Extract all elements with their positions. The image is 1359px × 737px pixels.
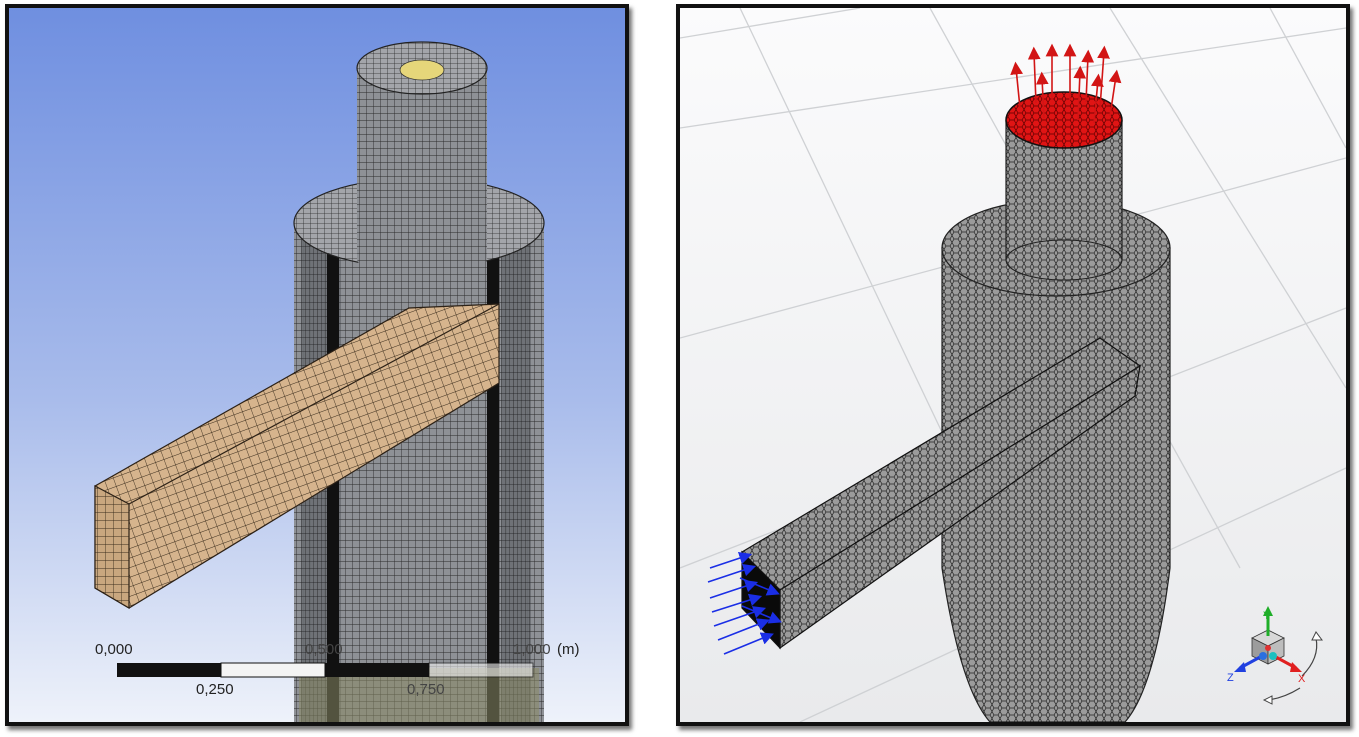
triad-z-label: Z xyxy=(1227,672,1234,684)
scale-bar xyxy=(117,662,534,678)
fluent-viewport[interactable]: Y X Z xyxy=(676,4,1350,726)
vortex-finder-mesh xyxy=(356,41,488,280)
scale-label-half: 0,500 xyxy=(305,641,343,658)
mesh-graphics xyxy=(9,8,625,722)
scale-label-end: 1,000 xyxy=(513,641,551,658)
meshing-viewport[interactable]: 0,000 0,250 0,500 0,750 1,000 (m) xyxy=(5,4,629,726)
scale-label-zero: 0,000 xyxy=(95,641,133,658)
scale-label-three-quarter: 0,750 xyxy=(407,681,445,698)
scale-unit: (m) xyxy=(557,641,580,658)
outlet-face xyxy=(399,59,445,81)
outlet-face xyxy=(1005,91,1123,149)
scale-label-quarter: 0,250 xyxy=(196,681,234,698)
fluent-graphics: Y X Z xyxy=(680,8,1346,722)
triad-y-label: Y xyxy=(1263,610,1271,622)
triad-x-label: X xyxy=(1298,673,1306,685)
